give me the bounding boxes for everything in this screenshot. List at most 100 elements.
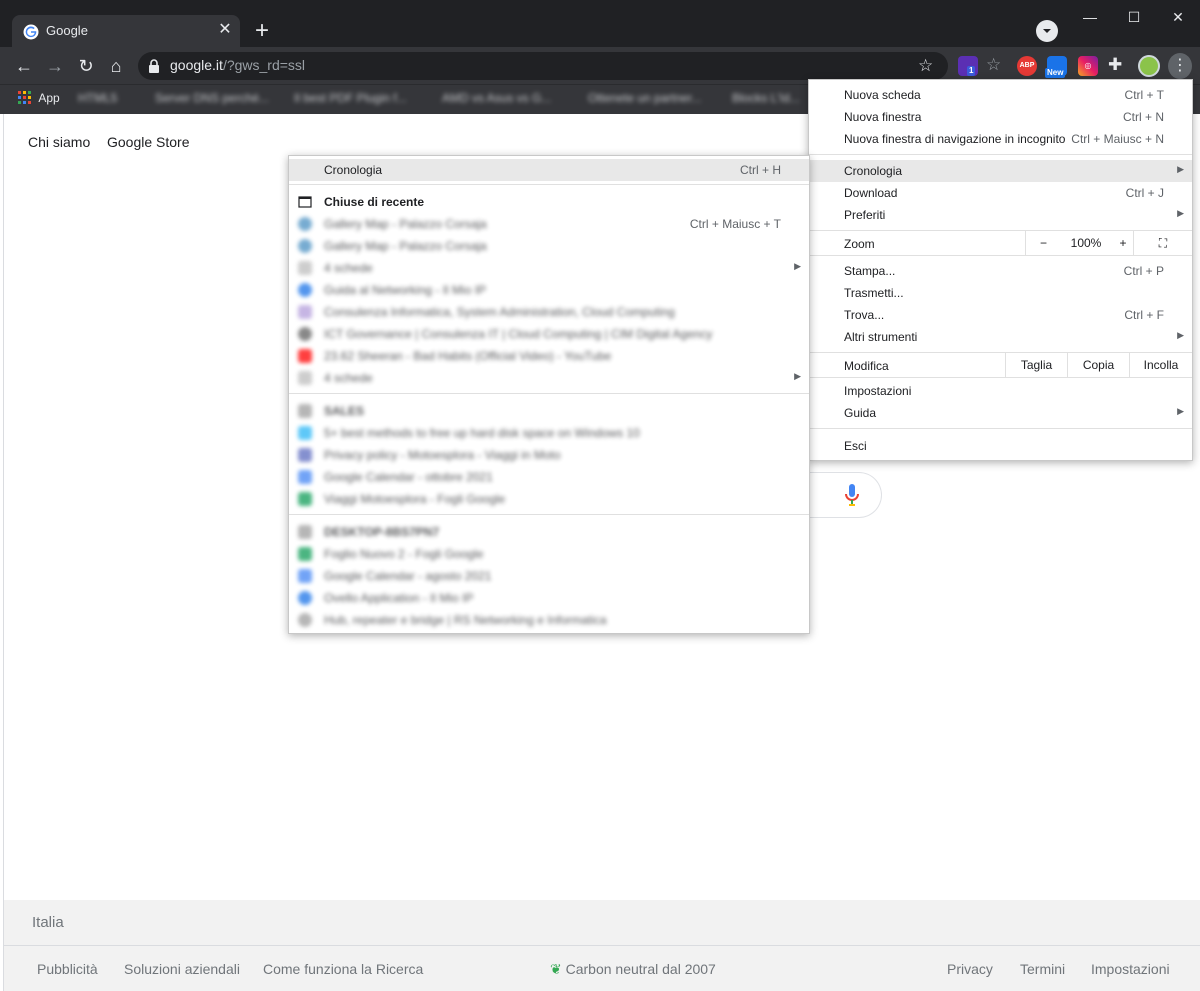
bookmark-item[interactable]: Il best PDF Plugin f...	[294, 91, 407, 109]
zoom-out-button[interactable]: −	[1025, 231, 1061, 255]
zoom-level: 100%	[1070, 236, 1102, 250]
tab-window-icon	[298, 196, 312, 208]
forward-arrow-icon[interactable]: →	[44, 55, 66, 77]
leaf-icon: ❦	[550, 961, 562, 977]
submenu-arrow-icon: ▶	[1177, 330, 1184, 340]
footer-link-how-search-works[interactable]: Come funziona la Ricerca	[263, 961, 423, 977]
new-tab-button[interactable]: +	[248, 18, 276, 46]
menu-new-window[interactable]: Nuova finestra Ctrl + N	[809, 106, 1192, 128]
menu-downloads[interactable]: Download Ctrl + J	[809, 182, 1192, 204]
tab-title: Google	[46, 23, 88, 38]
menu-edit-row: Modifica Taglia Copia Incolla	[809, 353, 1192, 377]
menu-new-tab[interactable]: Nuova scheda Ctrl + T	[809, 84, 1192, 106]
device-tab-item[interactable]: Foglio Nuovo 2 - Fogli Google	[289, 543, 809, 565]
carbon-neutral-link[interactable]: ❦ Carbon neutral dal 2007	[550, 961, 716, 978]
device-heading: SALES	[289, 400, 809, 422]
avatar[interactable]	[1138, 55, 1160, 77]
recently-closed-heading: Chiuse di recente	[289, 191, 809, 213]
google-store-link[interactable]: Google Store	[107, 134, 190, 150]
apps-grid-icon	[18, 91, 31, 104]
recent-item[interactable]: Gallery Map - Palazzo Corsaja	[289, 235, 809, 257]
submenu-arrow-icon: ▶	[794, 261, 801, 271]
star-extension-icon[interactable]: ☆	[986, 55, 1001, 75]
submenu-divider	[289, 393, 809, 394]
kebab-menu-icon[interactable]: ⋮	[1168, 53, 1192, 79]
menu-exit[interactable]: Esci	[809, 435, 1192, 457]
menu-find[interactable]: Trova... Ctrl + F	[809, 304, 1192, 326]
extensions-puzzle-icon[interactable]: ✚	[1108, 55, 1122, 75]
footer-link-ads[interactable]: Pubblicità	[37, 961, 98, 977]
history-submenu: Cronologia Ctrl + H Chiuse di recente Gal…	[288, 155, 810, 634]
recent-item[interactable]: Consulenza Informatica, System Administr…	[289, 301, 809, 323]
address-bar[interactable]: google.it/?gws_rd=ssl ☆	[138, 52, 948, 80]
paste-button[interactable]: Incolla	[1129, 353, 1192, 377]
footer-link-business[interactable]: Soluzioni aziendali	[124, 961, 240, 977]
bookmark-item[interactable]: HTML5	[78, 91, 117, 109]
footer-link-terms[interactable]: Termini	[1020, 961, 1065, 977]
bookmark-item[interactable]: Ottenete un partner...	[588, 91, 701, 109]
home-icon[interactable]: ⌂	[105, 55, 127, 77]
extension-purple-icon[interactable]: 1	[958, 56, 978, 76]
device-heading: DESKTOP-8BS7PN7	[289, 521, 809, 543]
maximize-button[interactable]: ☐	[1112, 0, 1156, 36]
recent-item[interactable]: 4 schede ▶	[289, 257, 809, 279]
device-tab-item[interactable]: Google Calendar - ottobre 2021	[289, 466, 809, 488]
fullscreen-icon[interactable]: ⛶	[1133, 231, 1192, 255]
close-tab-icon[interactable]: ✕	[216, 21, 234, 39]
menu-print[interactable]: Stampa... Ctrl + P	[809, 260, 1192, 282]
menu-settings[interactable]: Impostazioni	[809, 380, 1192, 402]
footer-links: Pubblicità Soluzioni aziendali Come funz…	[4, 946, 1200, 991]
menu-divider	[809, 377, 1192, 378]
extension-new-icon[interactable]: New	[1045, 56, 1067, 78]
menu-divider	[809, 154, 1192, 155]
zoom-in-button[interactable]: +	[1111, 231, 1135, 255]
menu-cast[interactable]: Trasmetti...	[809, 282, 1192, 304]
menu-more-tools[interactable]: Altri strumenti ▶	[809, 326, 1192, 348]
bookmark-item[interactable]: Blocks L'Id...	[732, 91, 800, 109]
back-arrow-icon[interactable]: ←	[13, 55, 35, 77]
menu-divider	[809, 428, 1192, 429]
submenu-arrow-icon: ▶	[1177, 208, 1184, 218]
footer-link-privacy[interactable]: Privacy	[947, 961, 993, 977]
close-window-button[interactable]: ✕	[1156, 0, 1200, 36]
submenu-arrow-icon: ▶	[1177, 406, 1184, 416]
reload-icon[interactable]: ↻	[75, 55, 97, 77]
tab-search-icon[interactable]	[1036, 20, 1058, 42]
instagram-icon[interactable]: ◎	[1078, 56, 1098, 76]
device-tab-item[interactable]: Hub, repeater e bridge | RS Networking e…	[289, 609, 809, 631]
adblock-plus-icon[interactable]: ABP	[1017, 56, 1037, 76]
menu-incognito[interactable]: Nuova finestra di navigazione in incogni…	[809, 128, 1192, 150]
menu-help[interactable]: Guida ▶	[809, 402, 1192, 424]
cut-button[interactable]: Taglia	[1005, 353, 1067, 377]
footer-link-settings[interactable]: Impostazioni	[1091, 961, 1170, 977]
bookmark-item[interactable]: Server DNS perché...	[155, 91, 269, 109]
copy-button[interactable]: Copia	[1067, 353, 1129, 377]
submenu-arrow-icon: ▶	[794, 371, 801, 381]
about-link[interactable]: Chi siamo	[28, 134, 90, 150]
recent-item[interactable]: 23.62 Sheeran - Bad Habits (Official Vid…	[289, 345, 809, 367]
lock-icon[interactable]	[148, 59, 160, 73]
apps-shortcut[interactable]: App	[18, 91, 60, 109]
bookmark-star-icon[interactable]: ☆	[918, 56, 933, 76]
menu-history[interactable]: Cronologia ▶	[809, 160, 1192, 182]
recent-item[interactable]: Guida al Networking - Il Mio IP	[289, 279, 809, 301]
device-tab-item[interactable]: 5+ best methods to free up hard disk spa…	[289, 422, 809, 444]
tab-google[interactable]: Google ✕	[12, 15, 240, 47]
url-text: google.it/?gws_rd=ssl	[170, 57, 306, 73]
history-header-item[interactable]: Cronologia Ctrl + H	[289, 159, 809, 181]
recent-item[interactable]: Gallery Map - Palazzo Corsaja Ctrl + Mai…	[289, 213, 809, 235]
submenu-divider	[289, 184, 809, 185]
menu-divider	[809, 255, 1192, 256]
bookmark-item[interactable]: AMD vs Asus vs G...	[442, 91, 551, 109]
minimize-button[interactable]: —	[1068, 0, 1112, 36]
device-tab-item[interactable]: Privacy policy - Motoesplora - Viaggi in…	[289, 444, 809, 466]
microphone-icon[interactable]	[844, 483, 860, 507]
device-tab-item[interactable]: Google Calendar - agosto 2021	[289, 565, 809, 587]
device-tab-item[interactable]: Ovello Application - Il Mio IP	[289, 587, 809, 609]
recent-item[interactable]: ICT Governance | Consulenza IT | Cloud C…	[289, 323, 809, 345]
menu-bookmarks[interactable]: Preferiti ▶	[809, 204, 1192, 226]
device-tab-item[interactable]: Viaggi Motoesplora - Fogli Google	[289, 488, 809, 510]
footer-country-bar: Italia	[4, 900, 1200, 946]
chrome-main-menu: Nuova scheda Ctrl + T Nuova finestra Ctrl …	[808, 79, 1193, 461]
recent-item[interactable]: 4 schede ▶	[289, 367, 809, 389]
